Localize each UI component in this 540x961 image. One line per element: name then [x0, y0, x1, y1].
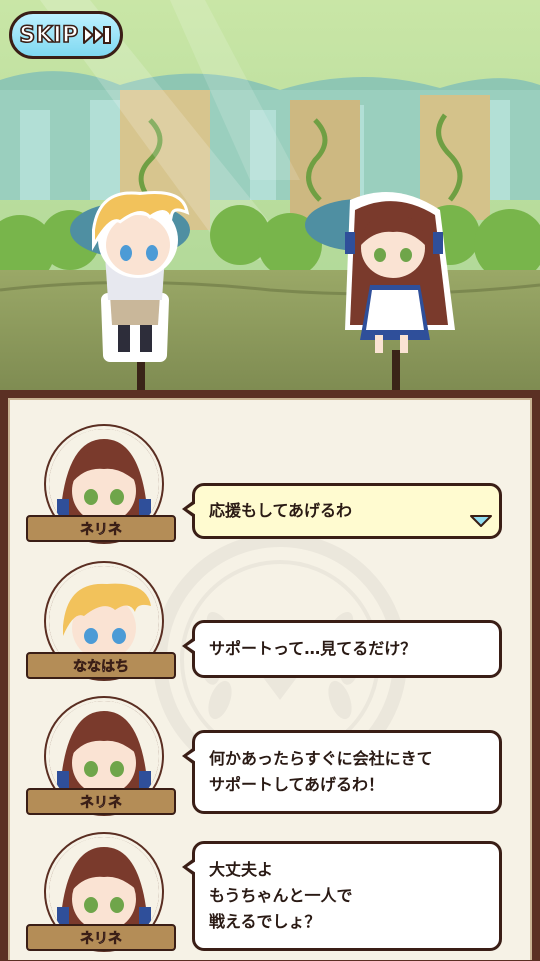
speech-bubble[interactable]: 大丈夫よ もうちゃんと一人で 戦えるでしょ？: [182, 841, 502, 951]
speech-bubble[interactable]: 応援もしてあげるわ: [182, 483, 502, 539]
dialogue-text: 大丈夫よ もうちゃんと一人で 戦えるでしょ？: [209, 860, 353, 931]
dialogue-entry: ネリネ 大丈夫よ もうちゃんと一人で 戦えるでしょ？: [0, 831, 540, 961]
skip-button[interactable]: SKIP: [9, 11, 123, 59]
speaker-nameplate: ネリネ: [26, 788, 176, 815]
speaker-nameplate: ネリネ: [26, 515, 176, 542]
dialogue-log-panel: ネリネ 応援もしてあげるわ ななはち サポートって…見てるだけ？ ネリネ 何かあ…: [0, 390, 540, 960]
speaker-nameplate: ななはち: [26, 652, 176, 679]
dialogue-entry: ななはち サポートって…見てるだけ？: [0, 557, 540, 687]
forest-scene: SKIP: [0, 0, 540, 390]
fast-forward-icon: [82, 25, 113, 45]
speaker-nameplate: ネリネ: [26, 924, 176, 951]
speech-bubble[interactable]: 何かあったらすぐに会社にきて サポートしてあげるわ！: [182, 730, 502, 814]
speaker-name: ネリネ: [80, 521, 123, 538]
next-arrow-icon[interactable]: [469, 513, 493, 532]
dialogue-text: 応援もしてあげるわ: [209, 501, 353, 520]
speaker-name: ネリネ: [80, 930, 123, 947]
speaker-name: ななはち: [73, 658, 130, 675]
dialogue-entry: ネリネ 応援もしてあげるわ: [0, 420, 540, 550]
dialogue-text: サポートって…見てるだけ？: [209, 639, 417, 658]
dialogue-text: 何かあったらすぐに会社にきて サポートしてあげるわ！: [209, 749, 433, 794]
girl-character-sprite: [345, 192, 455, 353]
dialogue-entry: ネリネ 何かあったらすぐに会社にきて サポートしてあげるわ！: [0, 694, 540, 824]
skip-label: SKIP: [19, 22, 79, 49]
speech-bubble[interactable]: サポートって…見てるだけ？: [182, 620, 502, 678]
speaker-name: ネリネ: [80, 794, 123, 811]
